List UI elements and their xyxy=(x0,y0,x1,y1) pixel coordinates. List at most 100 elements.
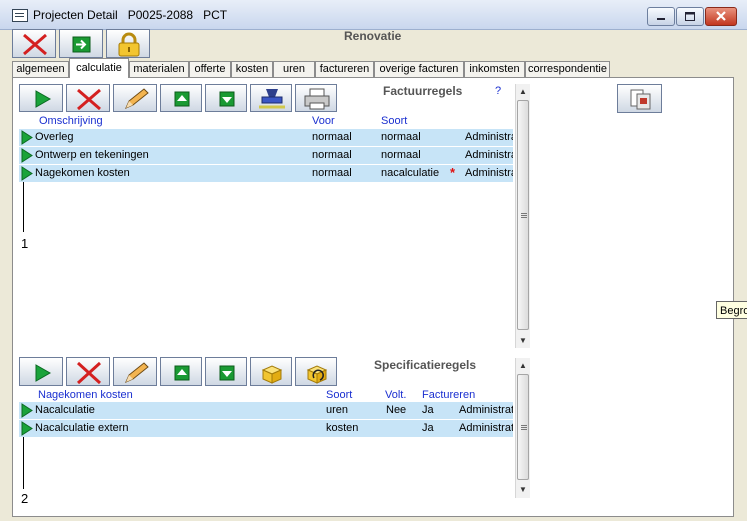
scroll-thumb[interactable] xyxy=(517,100,529,330)
sr-box-refresh-button[interactable] xyxy=(295,357,337,386)
tooltip: Begro xyxy=(716,301,747,319)
close-icon xyxy=(716,11,726,21)
row-soort: uren xyxy=(326,404,349,416)
project-name: Renovatie xyxy=(344,29,402,43)
edit-pencil-icon xyxy=(125,362,149,383)
minimize-icon xyxy=(657,18,665,20)
factuurregels-title: Factuurregels xyxy=(383,84,463,98)
row-arrow-icon xyxy=(21,166,33,181)
tab-algemeen[interactable]: algemeen xyxy=(12,61,69,77)
scroll-up-icon[interactable]: ▲ xyxy=(519,87,527,96)
row-soort: nacalculatie xyxy=(381,167,440,179)
row-soort: normaal xyxy=(381,149,421,161)
maximize-button[interactable] xyxy=(676,7,704,26)
col-omschrijving[interactable]: Omschrijving xyxy=(39,115,103,127)
play-icon xyxy=(35,90,52,108)
row-extra: Administra xyxy=(465,149,513,161)
sr-move-up-button[interactable] xyxy=(160,357,202,386)
tab-materialen[interactable]: materialen xyxy=(129,61,189,77)
fr-delete-button[interactable] xyxy=(66,84,110,112)
tab-uren[interactable]: uren xyxy=(273,61,315,77)
window-title: Projecten Detail P0025-2088 PCT xyxy=(33,8,228,22)
minimize-button[interactable] xyxy=(647,7,675,26)
sr-open-box-button[interactable] xyxy=(250,357,292,386)
table-row[interactable]: Overleg normaal normaal Administra xyxy=(19,129,513,146)
row-naam: Nacalculatie xyxy=(35,404,95,416)
table-row[interactable]: Ontwerp en tekeningen normaal normaal Ad… xyxy=(19,147,513,164)
sr-play-button[interactable] xyxy=(19,357,63,386)
close-button[interactable] xyxy=(705,7,737,26)
col-voor[interactable]: Voor xyxy=(312,115,335,127)
fr-move-up-button[interactable] xyxy=(160,84,202,112)
go-next-button[interactable] xyxy=(59,29,103,58)
tab-calculatie[interactable]: calculatie xyxy=(69,58,129,78)
row-volt: Nee xyxy=(386,404,407,416)
tab-offerte[interactable]: offerte xyxy=(189,61,231,77)
fr-move-down-button[interactable] xyxy=(205,84,247,112)
fr-stamp-button[interactable] xyxy=(250,84,292,112)
table-row[interactable]: Nagekomen kosten normaal nacalculatie * … xyxy=(19,165,513,182)
col-naam[interactable]: Nagekomen kosten xyxy=(38,389,133,401)
tab-factureren[interactable]: factureren xyxy=(315,61,374,77)
delete-icon xyxy=(23,33,47,56)
scroll-down-icon[interactable]: ▼ xyxy=(519,485,527,494)
move-up-icon xyxy=(174,91,190,107)
specificatieregels-scrollbar[interactable]: ▲ ▼ xyxy=(515,358,530,498)
document-button[interactable] xyxy=(617,84,662,113)
row-factureren: Ja xyxy=(422,404,434,416)
col-soort[interactable]: Soort xyxy=(381,115,407,127)
scroll-thumb[interactable] xyxy=(517,374,529,480)
delete-icon xyxy=(76,361,102,385)
row-factureren: Ja xyxy=(422,422,434,434)
scroll-down-icon[interactable]: ▼ xyxy=(519,336,527,345)
stamp-icon xyxy=(259,89,285,109)
row-count: 2 xyxy=(21,491,29,506)
lock-icon xyxy=(118,32,140,57)
col-soort[interactable]: Soort xyxy=(326,389,352,401)
tab-inkomsten[interactable]: inkomsten xyxy=(464,61,525,77)
col-factureren[interactable]: Factureren xyxy=(422,389,475,401)
row-extra: Administra xyxy=(465,131,513,143)
grip-icon xyxy=(521,425,527,426)
fr-edit-button[interactable] xyxy=(113,84,157,112)
move-down-icon xyxy=(219,91,235,107)
row-naam: Nacalculatie extern xyxy=(35,422,129,434)
row-arrow-icon xyxy=(21,421,33,436)
printer-icon xyxy=(304,88,330,110)
maximize-icon xyxy=(685,12,695,21)
row-extra: Administra xyxy=(465,167,513,179)
row-indicator-line xyxy=(23,182,24,232)
grip-icon xyxy=(521,213,527,214)
specificatieregels-title: Specificatieregels xyxy=(374,358,477,372)
row-omschrijving: Overleg xyxy=(35,131,74,143)
row-indicator-line xyxy=(23,437,24,489)
table-row[interactable]: Nacalculatie extern kosten Ja Administra… xyxy=(19,420,513,437)
help-link[interactable]: ? xyxy=(495,85,501,97)
row-omschrijving: Nagekomen kosten xyxy=(35,167,130,179)
title-bar: Projecten Detail P0025-2088 PCT xyxy=(0,0,747,30)
col-volt[interactable]: Volt. xyxy=(385,389,406,401)
app-icon[interactable] xyxy=(12,9,28,22)
tab-kosten[interactable]: kosten xyxy=(231,61,273,77)
row-omschrijving: Ontwerp en tekeningen xyxy=(35,149,149,161)
row-extra: Administrati xyxy=(459,404,513,416)
sr-move-down-button[interactable] xyxy=(205,357,247,386)
row-extra: Administrati xyxy=(459,422,513,434)
table-row[interactable]: Nacalculatie uren Nee Ja Administrati xyxy=(19,402,513,419)
play-icon xyxy=(35,364,52,382)
sr-delete-button[interactable] xyxy=(66,357,110,386)
fr-play-button[interactable] xyxy=(19,84,63,112)
delete-button[interactable] xyxy=(12,29,56,58)
fr-print-button[interactable] xyxy=(295,84,337,112)
sr-edit-button[interactable] xyxy=(113,357,157,386)
move-up-icon xyxy=(174,365,190,381)
tab-correspondentie[interactable]: correspondentie xyxy=(525,61,610,77)
scroll-up-icon[interactable]: ▲ xyxy=(519,361,527,370)
row-soort: kosten xyxy=(326,422,359,434)
tab-overige-facturen[interactable]: overige facturen xyxy=(374,61,464,77)
document-icon xyxy=(630,89,651,110)
factuurregels-scrollbar[interactable]: ▲ ▼ xyxy=(515,84,530,348)
row-count: 1 xyxy=(21,236,29,251)
move-down-icon xyxy=(219,365,235,381)
lock-button[interactable] xyxy=(106,29,150,58)
